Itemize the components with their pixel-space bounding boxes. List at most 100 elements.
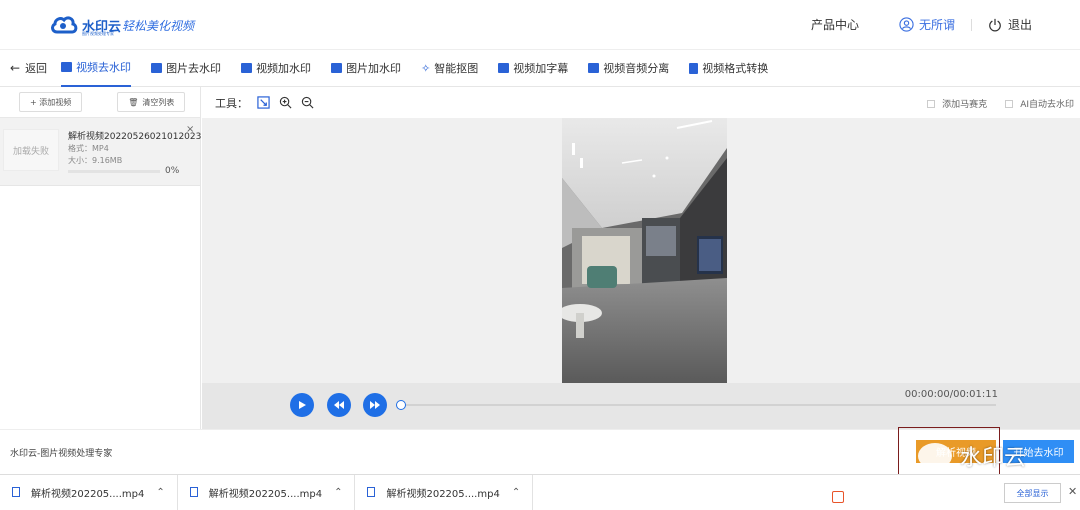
back-label: 返回 <box>25 62 48 75</box>
toolbar-options: 添加马赛克 AI自动去水印 <box>909 97 1074 110</box>
tab-label: 图片加水印 <box>346 62 402 75</box>
seek-track[interactable] <box>396 404 996 406</box>
download-item[interactable]: 解析视频202205....mp4 ⌃ <box>355 474 534 510</box>
cloud-logo-icon <box>51 16 78 34</box>
tab-label: 视频去水印 <box>76 61 132 74</box>
sidebar-toolbar: + 添加视频 🗑 清空列表 <box>0 87 200 118</box>
chevron-up-icon[interactable]: ⌃ <box>156 487 164 498</box>
wechat-watermark: 水印云 <box>918 440 1026 472</box>
clear-list-button[interactable]: 🗑 清空列表 <box>117 92 186 112</box>
close-icon[interactable]: ✕ <box>1068 485 1077 498</box>
tools-label: 工具： <box>215 96 248 110</box>
power-icon <box>989 18 1001 31</box>
show-all-button[interactable]: 全部显示 <box>1004 483 1061 503</box>
clear-list-label: 清空列表 <box>142 97 175 107</box>
user-menu[interactable]: 无所谓 <box>899 16 955 33</box>
app-tray-icon[interactable] <box>832 491 844 503</box>
file-icon <box>367 487 376 497</box>
tab-video-add-subtitle[interactable]: 视频加字幕 <box>498 50 568 87</box>
magic-wand-icon: ✧ <box>421 61 431 75</box>
video-icon <box>588 63 600 73</box>
feature-tabs: ← 返回 视频去水印 图片去水印 视频加水印 图片加水印 ✧ 智能抠图 视频加字… <box>0 50 1080 87</box>
user-icon <box>899 17 914 32</box>
file-icon <box>189 487 198 497</box>
logout-label: 退出 <box>1007 18 1032 32</box>
play-button[interactable] <box>290 393 314 417</box>
file-icon <box>689 62 699 74</box>
video-stage <box>202 118 1080 383</box>
time-display: 00:00:00/00:01:11 <box>904 389 998 400</box>
tab-image-remove-watermark[interactable]: 图片去水印 <box>151 50 221 87</box>
file-icon <box>12 487 20 497</box>
file-sidebar: + 添加视频 🗑 清空列表 加载失败 解析视频20220526021012023… <box>0 87 210 429</box>
tab-label: 视频格式转换 <box>702 62 769 75</box>
wechat-icon <box>918 443 952 469</box>
option-label: 添加马赛克 <box>942 100 988 110</box>
download-bar: 解析视频202205....mp4 ⌃ 解析视频202205....mp4 ⌃ … <box>0 474 1080 510</box>
logo-subtitle: 图片视频处理专家 <box>82 31 114 36</box>
app-header: 水印云 图片视频处理专家 轻松美化视频 产品中心 无所谓 退出 <box>0 0 1080 50</box>
video-icon <box>61 62 73 72</box>
video-icon <box>498 63 510 73</box>
tab-image-add-watermark[interactable]: 图片加水印 <box>331 50 401 87</box>
player-controls: 00:00:00/00:01:11 <box>202 383 1080 429</box>
header-nav: 产品中心 无所谓 退出 <box>811 16 1032 33</box>
rewind-icon <box>334 401 344 409</box>
video-icon <box>241 63 253 73</box>
checkbox[interactable] <box>1005 99 1014 108</box>
download-name: 解析视频202205....mp4 <box>31 488 145 500</box>
logout-button[interactable]: 退出 <box>988 16 1032 33</box>
download-name: 解析视频202205....mp4 <box>208 488 323 500</box>
interior-room-image <box>562 118 727 383</box>
product-center-link[interactable]: 产品中心 <box>811 16 859 33</box>
action-footer: 水印云-图片视频处理专家 解析视频 开始去水印 水印云 <box>0 427 1080 481</box>
rewind-button[interactable] <box>327 393 351 417</box>
tab-video-audio-separation[interactable]: 视频音频分离 <box>588 50 669 87</box>
zoom-in-icon[interactable] <box>278 96 292 110</box>
image-icon <box>331 63 343 73</box>
username: 无所谓 <box>918 18 955 32</box>
footer-brand-text: 水印云-图片视频处理专家 <box>10 449 113 459</box>
tab-label: 视频音频分离 <box>603 62 670 75</box>
download-name: 解析视频202205....mp4 <box>386 488 500 500</box>
video-preview[interactable] <box>562 118 727 383</box>
select-box-icon[interactable] <box>256 96 270 110</box>
back-button[interactable]: ← 返回 <box>10 60 47 76</box>
tab-label: 视频加水印 <box>256 62 312 75</box>
seek-handle[interactable] <box>396 400 406 410</box>
file-thumbnail: 加载失败 <box>3 129 59 171</box>
tab-video-format-convert[interactable]: 视频格式转换 <box>689 50 768 87</box>
chevron-up-icon[interactable]: ⌃ <box>334 487 342 498</box>
editor-toolbar: 工具： 添加马赛克 AI自动去水印 <box>202 87 1080 118</box>
file-format: 格式：MP4 <box>68 144 109 153</box>
tab-video-add-watermark[interactable]: 视频加水印 <box>241 50 311 87</box>
trash-icon: 🗑 <box>128 97 139 107</box>
image-icon <box>151 63 163 73</box>
download-item[interactable]: 解析视频202205....mp4 ⌃ <box>0 474 178 510</box>
fast-forward-button[interactable] <box>363 393 387 417</box>
add-video-button[interactable]: + 添加视频 <box>19 92 83 112</box>
checkbox[interactable] <box>927 99 936 108</box>
tab-label: 智能抠图 <box>434 62 479 75</box>
tab-label: 视频加字幕 <box>513 62 569 75</box>
divider <box>970 18 972 31</box>
zoom-out-icon[interactable] <box>300 96 314 110</box>
ai-auto-remove-option[interactable]: AI自动去水印 <box>1005 97 1074 110</box>
file-size: 大小：9.16MB <box>68 156 123 165</box>
add-mosaic-option[interactable]: 添加马赛克 <box>927 97 987 110</box>
close-icon[interactable]: × <box>186 124 194 135</box>
slogan: 轻松美化视频 <box>122 19 195 33</box>
tab-label: 图片去水印 <box>166 62 222 75</box>
tab-smart-cutout[interactable]: ✧ 智能抠图 <box>421 50 478 87</box>
play-icon <box>299 401 306 409</box>
option-label: AI自动去水印 <box>1020 100 1074 110</box>
tab-video-remove-watermark[interactable]: 视频去水印 <box>61 50 132 87</box>
fast-forward-icon <box>370 401 380 409</box>
logo[interactable]: 水印云 图片视频处理专家 <box>50 12 121 38</box>
arrow-left-icon: ← <box>10 61 21 75</box>
download-item[interactable]: 解析视频202205....mp4 ⌃ <box>178 474 356 510</box>
watermark-text: 水印云 <box>960 446 1027 471</box>
file-progress-bar <box>68 170 160 173</box>
chevron-up-icon[interactable]: ⌃ <box>512 487 520 498</box>
file-list-item[interactable]: 加载失败 解析视频20220526021012023... × 格式：MP4 大… <box>0 118 210 186</box>
